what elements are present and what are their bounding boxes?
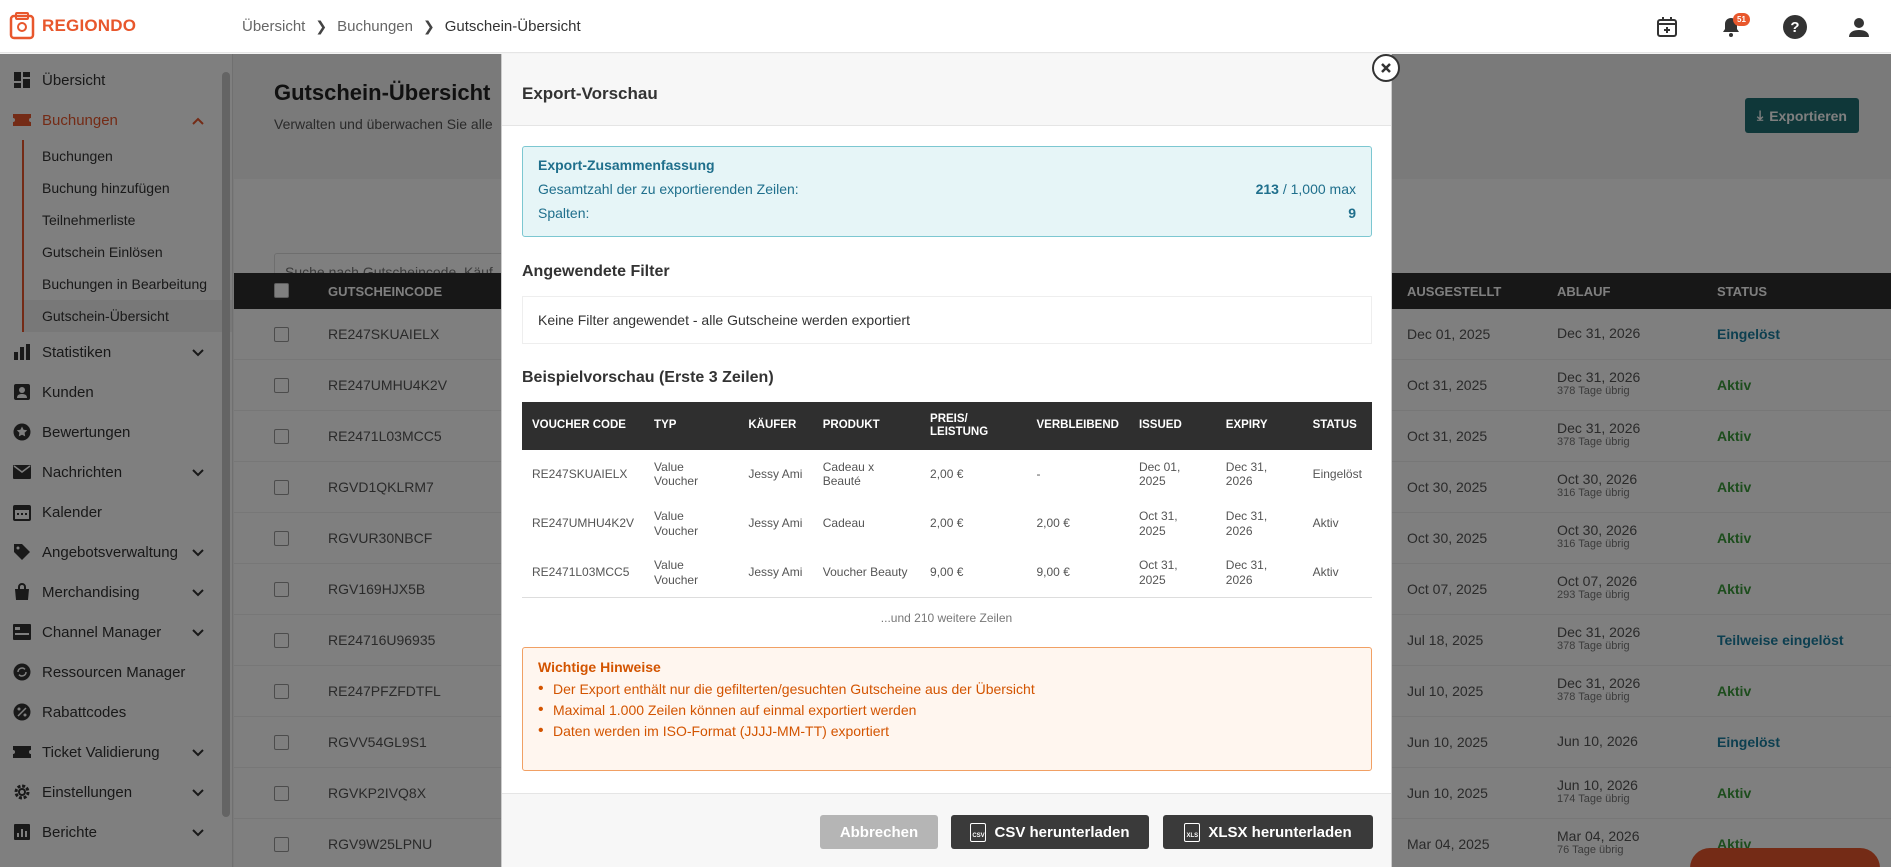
more-rows-text: ...und 210 weitere Zeilen bbox=[880, 611, 1013, 625]
preview-cell-issued: Oct 31, 2025 bbox=[1138, 509, 1178, 538]
preview-col-issued: ISSUED bbox=[1128, 402, 1216, 450]
preview-cell-remaining: 2,00 € bbox=[1036, 516, 1070, 531]
preview-row: RE247UMHU4K2V Value Voucher Jessy Ami Cadea… bbox=[522, 499, 1372, 548]
export-preview-modal: Export-Vorschau Export-Zusammenfassung G… bbox=[501, 54, 1392, 867]
preview-col-type: TYP bbox=[644, 402, 739, 450]
preview-table: VOUCHER CODE TYP KÄUFER PRODUKT PREIS/ L… bbox=[522, 402, 1372, 598]
preview-cell-voucher-code: RE2471L03MCC5 bbox=[532, 565, 630, 580]
svg-text:?: ? bbox=[1790, 19, 1799, 36]
preview-cell-voucher-code: RE247UMHU4K2V bbox=[532, 516, 635, 531]
preview-table-header: VOUCHER CODE TYP KÄUFER PRODUKT PREIS/ L… bbox=[522, 402, 1372, 450]
csv-download-button[interactable]: CSV CSV herunterladen bbox=[951, 815, 1149, 849]
preview-col-product: PRODUKT bbox=[812, 402, 921, 450]
breadcrumb-item-bookings[interactable]: Buchungen bbox=[337, 18, 413, 35]
preview-row: RE2471L03MCC5 Value Voucher Jessy Ami Vouch… bbox=[522, 548, 1372, 597]
note-item: Daten werden im ISO-Format (JJJJ-MM-TT) … bbox=[538, 722, 1356, 740]
summary-rows-value: 213 bbox=[1255, 181, 1279, 197]
preview-cell-price: 2,00 € bbox=[930, 467, 964, 482]
breadcrumb-item-overview[interactable]: Übersicht bbox=[242, 18, 305, 35]
csv-file-icon: CSV bbox=[970, 822, 987, 842]
csv-button-label: CSV herunterladen bbox=[994, 823, 1130, 841]
preview-cell-buyer: Jessy Ami bbox=[748, 467, 803, 482]
xlsx-button-label: XLSX herunterladen bbox=[1208, 823, 1352, 841]
preview-cell-product: Voucher Beauty bbox=[822, 565, 908, 580]
logo[interactable]: REGIONDO bbox=[8, 11, 232, 41]
preview-cell-expiry: Dec 31, 2026 bbox=[1225, 558, 1268, 587]
notification-badge: 51 bbox=[1733, 13, 1750, 26]
help-icon[interactable]: ? bbox=[1763, 0, 1827, 53]
preview-table-divider bbox=[522, 597, 1372, 598]
preview-cell-product: Cadeau x Beauté bbox=[822, 459, 875, 489]
preview-cell-voucher-code: RE247SKUAIELX bbox=[532, 467, 628, 482]
modal-footer: Abbrechen CSV CSV herunterladen XLS XLSX… bbox=[502, 793, 1391, 867]
summary-cols-value: 9 bbox=[1348, 205, 1356, 221]
notes-list: Der Export enthält nur die gefilterten/g… bbox=[538, 680, 1356, 740]
close-modal-button[interactable] bbox=[1372, 54, 1400, 82]
filters-box: Keine Filter angewendet - alle Gutschein… bbox=[522, 296, 1372, 344]
summary-rows-max: / 1,000 max bbox=[1282, 181, 1356, 197]
preview-cell-type: Value Voucher bbox=[654, 558, 699, 587]
summary-rows: Gesamtzahl der zu exportierenden Zeilen:… bbox=[538, 181, 1356, 197]
note-item: Maximal 1.000 Zeilen können auf einmal e… bbox=[538, 701, 1356, 719]
preview-cell-status: Eingelöst bbox=[1312, 467, 1362, 482]
filters-title: Angewendete Filter bbox=[522, 263, 670, 280]
logo-text: REGIONDO bbox=[42, 16, 137, 35]
preview-col-price: PREIS/ LEISTUNG bbox=[920, 402, 1027, 450]
summary-title: Export-Zusammenfassung bbox=[538, 157, 715, 173]
modal-header: Export-Vorschau bbox=[502, 54, 1391, 126]
preview-cell-product: Cadeau bbox=[822, 516, 865, 531]
breadcrumb: Übersicht ❯ Buchungen ❯ Gutschein-Übersi… bbox=[242, 18, 581, 35]
xlsx-file-icon: XLS bbox=[1184, 822, 1201, 842]
summary-cols-label: Spalten: bbox=[538, 205, 590, 221]
logo-icon bbox=[9, 12, 35, 40]
summary-rows-label: Gesamtzahl der zu exportierenden Zeilen: bbox=[538, 181, 799, 197]
preview-cell-expiry: Dec 31, 2026 bbox=[1225, 459, 1268, 489]
preview-cell-issued: Oct 31, 2025 bbox=[1138, 558, 1178, 587]
preview-cell-status: Aktiv bbox=[1312, 565, 1339, 580]
top-icons: 51 ? bbox=[1635, 0, 1891, 53]
cancel-button[interactable]: Abbrechen bbox=[820, 815, 938, 849]
preview-cell-type: Value Voucher bbox=[654, 509, 699, 538]
modal-title: Export-Vorschau bbox=[522, 84, 658, 103]
preview-cell-buyer: Jessy Ami bbox=[748, 565, 803, 580]
preview-col-buyer: KÄUFER bbox=[738, 402, 813, 450]
preview-row: RE247SKUAIELX Value Voucher Jessy Ami Cadea… bbox=[522, 450, 1372, 499]
top-bar: REGIONDO Übersicht ❯ Buchungen ❯ Gutsche… bbox=[0, 0, 1891, 53]
preview-col-expiry: EXPIRY bbox=[1215, 402, 1303, 450]
chevron-right-icon: ❯ bbox=[423, 17, 435, 34]
cancel-button-label: Abbrechen bbox=[839, 823, 919, 841]
preview-cell-buyer: Jessy Ami bbox=[748, 516, 803, 531]
export-summary: Export-Zusammenfassung Gesamtzahl der zu… bbox=[522, 146, 1372, 237]
user-account-icon[interactable] bbox=[1827, 0, 1891, 53]
preview-cell-remaining: 9,00 € bbox=[1036, 565, 1070, 580]
summary-columns: Spalten: 9 bbox=[538, 205, 1356, 221]
preview-col-remaining: VERBLEIBEND bbox=[1026, 402, 1129, 450]
preview-table-body: RE247SKUAIELX Value Voucher Jessy Ami Cadea… bbox=[522, 450, 1372, 597]
breadcrumb-item-current: Gutschein-Übersicht bbox=[444, 17, 581, 35]
preview-cell-issued: Dec 01, 2025 bbox=[1138, 459, 1181, 489]
preview-cell-type: Value Voucher bbox=[654, 459, 699, 489]
preview-cell-status: Aktiv bbox=[1312, 516, 1339, 531]
preview-col-voucher-code: VOUCHER CODE bbox=[522, 402, 645, 450]
note-item: Der Export enthält nur die gefilterten/g… bbox=[538, 680, 1356, 698]
important-notes: Wichtige Hinweise Der Export enthält nur… bbox=[522, 647, 1372, 771]
preview-cell-expiry: Dec 31, 2026 bbox=[1225, 509, 1268, 538]
preview-title: Beispielvorschau (Erste 3 Zeilen) bbox=[522, 369, 774, 386]
close-icon bbox=[1381, 63, 1391, 73]
preview-cell-price: 2,00 € bbox=[930, 516, 964, 531]
add-booking-calendar-icon[interactable] bbox=[1635, 0, 1699, 53]
chevron-right-icon: ❯ bbox=[315, 17, 328, 34]
notes-title: Wichtige Hinweise bbox=[538, 659, 661, 675]
preview-cell-price: 9,00 € bbox=[930, 565, 964, 580]
notifications-bell-icon[interactable]: 51 bbox=[1699, 0, 1763, 53]
preview-cell-remaining: - bbox=[1036, 467, 1041, 482]
preview-col-status: STATUS bbox=[1302, 402, 1372, 450]
xlsx-download-button[interactable]: XLS XLSX herunterladen bbox=[1163, 815, 1373, 849]
